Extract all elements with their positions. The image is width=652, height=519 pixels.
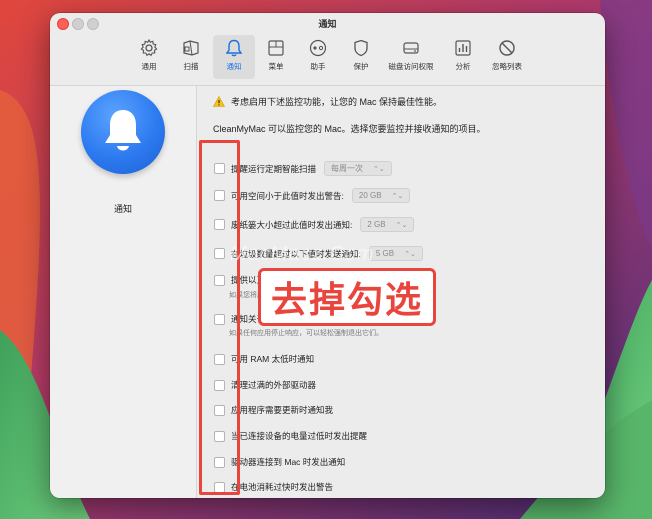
gear-icon	[140, 38, 158, 57]
tab-scan[interactable]: 扫描	[176, 35, 206, 79]
tab-label: 菜单	[268, 62, 284, 71]
option-label: 当已连接设备的电量过低时发出提醒	[231, 431, 368, 441]
description: CleanMyMac 可以监控您的 Mac。选择您要监控并接收通知的项目。	[213, 124, 486, 134]
tab-label: 忽略列表	[492, 62, 522, 71]
chevron-updown-icon: ⌃⌄	[373, 165, 385, 173]
annotation-label: 去掉勾选	[258, 268, 437, 326]
tab-label: 磁盘访问权限	[388, 62, 434, 71]
scan-icon	[183, 40, 199, 56]
frequency-select[interactable]: 每周一次 ⌃⌄	[324, 161, 392, 176]
option-hint: 如果任何应用停止响应，可以轻松强制退出它们。	[229, 330, 383, 337]
assistant-icon	[309, 39, 327, 57]
titlebar: 通知	[50, 13, 605, 32]
bell-icon	[105, 110, 141, 151]
trash-size-select[interactable]: 2 GB ⌃⌄	[360, 217, 415, 232]
disk-icon	[403, 42, 419, 54]
shield-icon	[354, 39, 368, 57]
notifications-app-icon	[81, 90, 165, 174]
tab-label: 助手	[310, 62, 326, 71]
chevron-updown-icon: ⌃⌄	[391, 192, 404, 200]
option-label: 应用程序需要更新时通知我	[231, 405, 334, 415]
chevron-updown-icon: ⌃⌄	[395, 221, 408, 229]
chart-icon	[455, 40, 471, 56]
bell-icon	[225, 39, 243, 57]
toolbar: 通用 扫描 通知 菜单 助手 保护 磁盘访问权限 分析 忽略列表	[50, 32, 605, 86]
tab-ignore-list[interactable]: 忽略列表	[487, 35, 527, 79]
option-free-space[interactable]: 可用空间小于此值时发出警告: 20 GB ⌃⌄	[214, 188, 411, 203]
select-value: 20 GB	[358, 191, 382, 200]
tab-label: 通用	[141, 62, 157, 71]
tab-label: 保护	[353, 62, 369, 71]
tab-label: 分析	[455, 62, 471, 71]
option-label: 清理过满的外部驱动器	[231, 380, 317, 390]
watermark: MacMacz.Com	[230, 243, 375, 265]
select-value: 2 GB	[367, 220, 386, 229]
option-trash-size[interactable]: 废纸篓大小超过此值时发出通知: 2 GB ⌃⌄	[214, 217, 415, 232]
option-smart-scan[interactable]: 提醒运行定期智能扫描 每周一次 ⌃⌄	[214, 161, 392, 176]
option-label: 在电池消耗过快时发出警告	[231, 482, 334, 492]
warning-text: 考虑启用下述监控功能，让您的 Mac 保持最佳性能。	[231, 97, 443, 107]
warning-message: 考虑启用下述监控功能，让您的 Mac 保持最佳性能。	[213, 95, 442, 108]
tab-disk-access[interactable]: 磁盘访问权限	[384, 35, 438, 79]
option-label: 可用 RAM 太低时通知	[231, 354, 315, 364]
tab-label: 通知	[226, 62, 242, 71]
tab-notifications[interactable]: 通知	[213, 35, 255, 79]
highlight-box	[199, 140, 240, 495]
tab-menu[interactable]: 菜单	[261, 35, 291, 79]
sidebar-title: 通知	[113, 204, 132, 214]
option-label: 可用空间小于此值时发出警告:	[231, 190, 344, 201]
window-title: 通知	[318, 19, 337, 29]
free-space-select[interactable]: 20 GB ⌃⌄	[351, 188, 411, 203]
menu-icon	[268, 40, 284, 56]
select-value: 5 GB	[375, 249, 395, 258]
warning-icon	[213, 96, 225, 107]
tab-analysis[interactable]: 分析	[448, 35, 478, 79]
tab-general[interactable]: 通用	[134, 35, 164, 79]
prohibit-icon	[499, 40, 515, 56]
option-label: 提醒运行定期智能扫描	[231, 163, 317, 174]
junk-amount-select[interactable]: 5 GB ⌃⌄	[368, 246, 423, 261]
tab-protection[interactable]: 保护	[346, 35, 376, 79]
tab-label: 扫描	[183, 62, 199, 71]
option-label: 驱动器连接到 Mac 时发出通知	[231, 457, 346, 467]
sidebar: 通知	[50, 86, 197, 498]
tab-assistant[interactable]: 助手	[303, 35, 333, 79]
option-label: 废纸篓大小超过此值时发出通知:	[231, 219, 353, 230]
select-value: 每周一次	[331, 164, 364, 173]
chevron-updown-icon: ⌃⌄	[404, 250, 416, 258]
